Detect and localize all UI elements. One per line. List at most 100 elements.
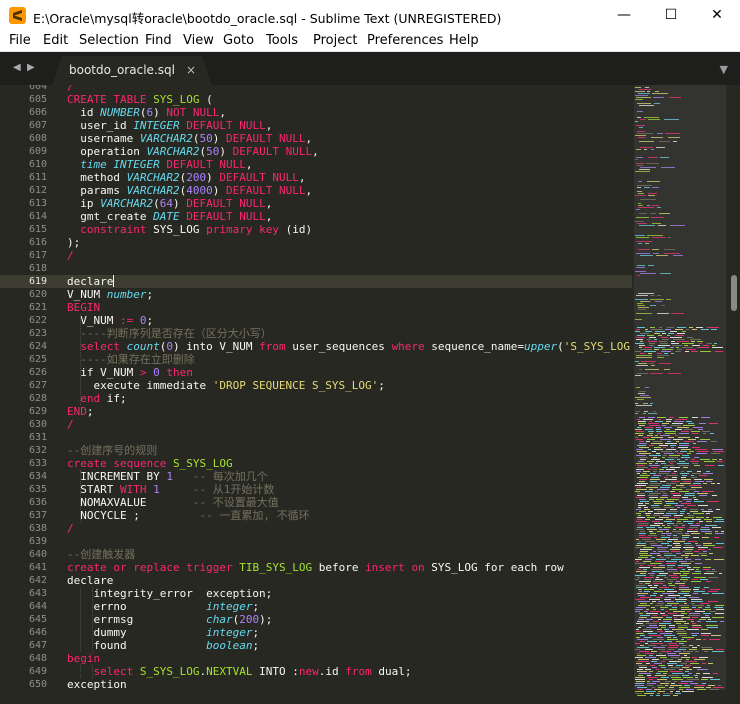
menu-goto[interactable]: Goto xyxy=(223,33,254,48)
code-token: create xyxy=(67,561,107,574)
code-view[interactable]: 604/605 CREATE TABLE SYS_LOG (606 id NUMB… xyxy=(0,85,632,704)
code-line[interactable]: 632 --创建序号的规则 xyxy=(0,444,632,457)
code-line[interactable]: 639 xyxy=(0,535,632,548)
code-line[interactable]: 615 constraint SYS_LOG primary key (id) xyxy=(0,223,632,236)
code-line[interactable]: 635 START WITH 1 -- 从1开始计数 xyxy=(0,483,632,496)
code-line[interactable]: 641 create or replace trigger TIB_SYS_LOG… xyxy=(0,561,632,574)
code-line[interactable]: 610 time INTEGER DEFAULT NULL, xyxy=(0,158,632,171)
code-line[interactable]: 608 username VARCHAR2(50) DEFAULT NULL, xyxy=(0,132,632,145)
code-token: SYS_LOG for each row xyxy=(424,561,564,574)
code-line[interactable]: 623 ----判断序列是否存在（区分大小写） xyxy=(0,327,632,340)
code-line[interactable]: 606 id NUMBER(6) NOT NULL, xyxy=(0,106,632,119)
code-line[interactable]: 629 END; xyxy=(0,405,632,418)
menu-view[interactable]: View xyxy=(183,33,214,48)
tab-list-dropdown-icon[interactable]: ▼ xyxy=(720,63,728,76)
menu-edit[interactable]: Edit xyxy=(43,33,68,48)
code-line[interactable]: 636 NOMAXVALUE -- 不设置最大值 xyxy=(0,496,632,509)
line-number: 641 xyxy=(28,562,47,573)
tab-bootdo-oracle[interactable]: bootdo_oracle.sql × xyxy=(52,56,212,85)
line-number: 611 xyxy=(28,172,47,183)
code-line[interactable]: 644 errno integer; xyxy=(0,600,632,613)
menu-tools[interactable]: Tools xyxy=(266,33,298,48)
code-line[interactable]: 648 begin xyxy=(0,652,632,665)
code-token: CREATE TABLE xyxy=(67,93,154,106)
code-line[interactable]: 633 create sequence S_SYS_LOG xyxy=(0,457,632,470)
code-line[interactable]: 645 errmsg char(200); xyxy=(0,613,632,626)
code-line[interactable]: 640 --创建触发器 xyxy=(0,548,632,561)
menu-help[interactable]: Help xyxy=(449,33,479,48)
code-token: (id) xyxy=(278,223,313,236)
code-token: if; xyxy=(100,392,127,405)
code-token: SYS_LOG xyxy=(146,223,207,236)
code-line[interactable]: 613 ip VARCHAR2(64) DEFAULT NULL, xyxy=(0,197,632,210)
vertical-scrollbar[interactable] xyxy=(728,85,740,704)
line-text: CREATE TABLE SYS_LOG ( xyxy=(67,93,213,106)
code-line[interactable]: 628 end if; xyxy=(0,392,632,405)
code-token: START xyxy=(67,483,120,496)
code-line[interactable]: 616); xyxy=(0,236,632,249)
code-token: if V_NUM xyxy=(67,366,140,379)
minimap-viewport[interactable] xyxy=(634,85,726,690)
line-number: 650 xyxy=(28,679,47,690)
code-token: ; xyxy=(378,379,385,392)
line-number: 617 xyxy=(28,250,47,261)
code-token: , xyxy=(265,119,273,132)
code-line[interactable]: 627 execute immediate 'DROP SEQUENCE S_S… xyxy=(0,379,632,392)
tab-close-icon[interactable]: × xyxy=(186,63,196,77)
code-token: integer xyxy=(206,600,253,613)
minimap-stroke xyxy=(663,695,670,696)
line-number: 607 xyxy=(28,120,47,131)
code-line[interactable]: 614 gmt_create DATE DEFAULT NULL, xyxy=(0,210,632,223)
editor-area[interactable]: 604/605 CREATE TABLE SYS_LOG (606 id NUMB… xyxy=(0,85,740,704)
code-line[interactable]: 642 declare xyxy=(0,574,632,587)
minimap[interactable] xyxy=(634,85,726,704)
code-line[interactable]: 611 method VARCHAR2(200) DEFAULT NULL, xyxy=(0,171,632,184)
code-line[interactable]: 618 xyxy=(0,262,632,275)
menu-project[interactable]: Project xyxy=(313,33,357,48)
close-button[interactable]: ✕ xyxy=(694,0,740,30)
code-line[interactable]: 649 select S_SYS_LOG.NEXTVAL INTO :new.i… xyxy=(0,665,632,678)
code-line[interactable]: 604 / xyxy=(0,85,632,93)
code-line[interactable]: 617 / xyxy=(0,249,632,262)
code-line[interactable]: 624 select count (0) into V_NUM from user… xyxy=(0,340,632,353)
code-line[interactable]: 647 found boolean; xyxy=(0,639,632,652)
menu-file[interactable]: File xyxy=(9,33,31,48)
code-line[interactable]: 646 dummy integer; xyxy=(0,626,632,639)
line-number: 615 xyxy=(28,224,47,235)
line-number: 610 xyxy=(28,159,47,170)
code-line[interactable]: 631 xyxy=(0,431,632,444)
code-token: NEXTVAL xyxy=(206,665,253,678)
code-line[interactable]: 607 user_id INTEGER DEFAULT NULL, xyxy=(0,119,632,132)
code-line[interactable]: 622 V_NUM := 0; xyxy=(0,314,632,327)
code-line[interactable]: 643 integrity_error exception; xyxy=(0,587,632,600)
menu-selection[interactable]: Selection xyxy=(79,33,139,48)
code-line[interactable]: 638 / xyxy=(0,522,632,535)
code-line[interactable]: 612 params VARCHAR2(4000) DEFAULT NULL, xyxy=(0,184,632,197)
menu-find[interactable]: Find xyxy=(145,33,172,48)
line-number: 632 xyxy=(28,445,47,456)
code-line[interactable]: 621 BEGIN xyxy=(0,301,632,314)
line-text: params VARCHAR2(4000) DEFAULT NULL, xyxy=(67,184,312,197)
tab-forward-icon[interactable]: ▶ xyxy=(27,62,35,73)
code-line[interactable]: 637 NOCYCLE ; -- 一直累加, 不循环 xyxy=(0,509,632,522)
maximize-button[interactable]: ☐ xyxy=(648,0,694,30)
code-line[interactable]: 619 declare xyxy=(0,275,632,288)
minimize-button[interactable]: — xyxy=(601,0,647,30)
code-line[interactable]: 625 ----如果存在立即删除 xyxy=(0,353,632,366)
code-line[interactable]: 620 V_NUM number; xyxy=(0,288,632,301)
scrollbar-thumb[interactable] xyxy=(731,275,737,311)
code-token: NOMAXVALUE xyxy=(67,496,193,509)
code-token: -- 不设置最大值 xyxy=(192,496,279,509)
code-line[interactable]: 630 / xyxy=(0,418,632,431)
tab-back-icon[interactable]: ◀ xyxy=(13,62,21,73)
menu-preferences[interactable]: Preferences xyxy=(367,33,443,48)
code-line[interactable]: 609 operation VARCHAR2(50) DEFAULT NULL, xyxy=(0,145,632,158)
code-token: S_SYS_LOG xyxy=(139,665,200,678)
code-line[interactable]: 605 CREATE TABLE SYS_LOG ( xyxy=(0,93,632,106)
code-line[interactable]: 626 if V_NUM > 0 then xyxy=(0,366,632,379)
code-token: S_SYS_LOG xyxy=(172,457,233,470)
code-token: SYS_LOG xyxy=(153,93,200,106)
code-line[interactable]: 634 INCREMENT BY 1 -- 每次加几个 xyxy=(0,470,632,483)
code-line[interactable]: 650 exception xyxy=(0,678,632,691)
